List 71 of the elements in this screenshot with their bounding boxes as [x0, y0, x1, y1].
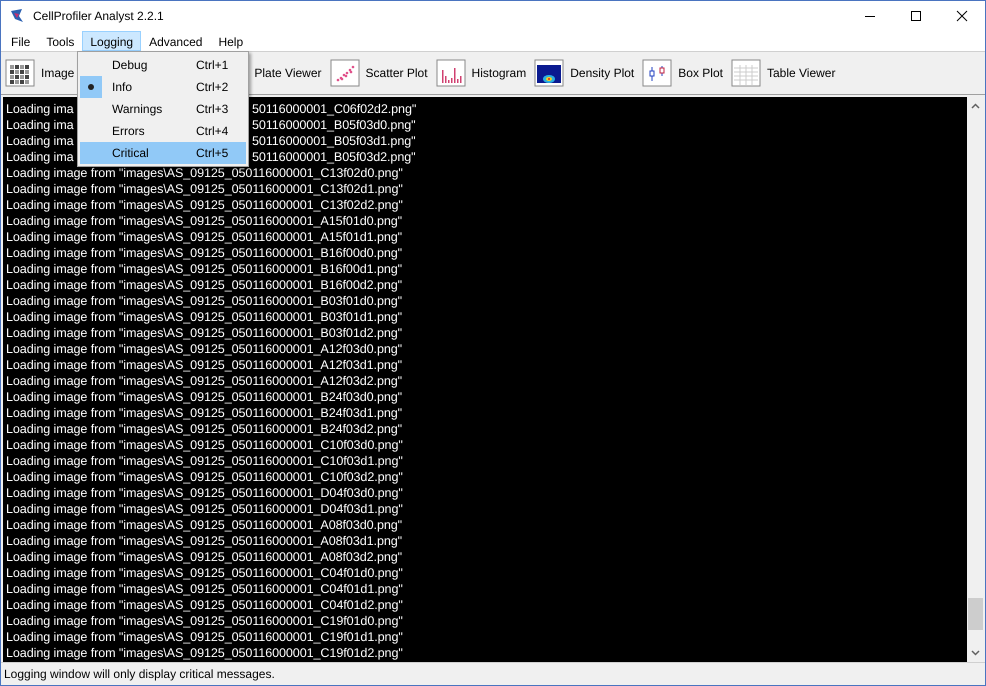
- log-line: Loading image from "images\AS_09125_050116000001_B24f03d2.png": [6, 421, 402, 437]
- log-line: Loading image from "images\AS_09125_050116000001_C13f02d2.png": [6, 197, 403, 213]
- menu-item[interactable]: Help: [210, 31, 252, 51]
- histogram-icon: [436, 58, 466, 88]
- log-line: Loading image from "images\AS_09125_050116000001_A15f01d1.png": [6, 229, 402, 245]
- log-line: 50116000001_B05f03d2.png": [252, 149, 416, 165]
- scroll-down-icon[interactable]: [971, 650, 980, 656]
- box-plot-icon: [642, 58, 672, 88]
- density-plot-icon: [534, 58, 564, 88]
- menu-option[interactable]: Warnings Ctrl+3: [80, 98, 246, 120]
- log-line: 50116000001_B05f03d0.png": [252, 117, 416, 133]
- toolbar-button[interactable]: Histogram: [472, 66, 526, 80]
- log-line: Loading image from "images\AS_09125_050116000001_C10f03d2.png": [6, 469, 403, 485]
- app-logo-icon: [9, 8, 25, 24]
- log-line: Loading image from "images\AS_09125_050116000001_C13f02d1.png": [6, 181, 403, 197]
- log-line: Loading image from "images\AS_09125_050116000001_B03f01d0.png": [6, 293, 402, 309]
- radio-bullet-icon: [88, 84, 94, 90]
- log-line: Loading image from "images\AS_09125_050116000001_C04f01d1.png": [6, 581, 403, 597]
- menu-option[interactable]: Info Ctrl+2: [80, 76, 246, 98]
- log-line: Loading image from "images\AS_09125_050116000001_B16f00d1.png": [6, 261, 402, 277]
- log-line: 50116000001_B05f03d1.png": [252, 133, 416, 149]
- log-line: Loading image from "images\AS_09125_050116000001_A12f03d0.png": [6, 341, 402, 357]
- menu-option[interactable]: Errors Ctrl+4: [80, 120, 246, 142]
- log-line: Loading ima: [6, 133, 75, 149]
- log-line: Loading image from "images\AS_09125_050116000001_D04f03d1.png": [6, 501, 403, 517]
- scroll-thumb[interactable]: [968, 598, 983, 630]
- scroll-up-icon[interactable]: [971, 103, 980, 109]
- toolbar-button[interactable]: Plate Viewer: [254, 66, 322, 80]
- log-line: Loading image from "images\AS_09125_050116000001_C13f02d0.png": [6, 165, 403, 181]
- window-title: CellProfiler Analyst 2.2.1: [33, 9, 165, 23]
- scatter-plot-icon: [330, 58, 360, 88]
- menu-option[interactable]: Debug Ctrl+1: [80, 54, 246, 76]
- table-icon: [730, 58, 761, 88]
- menu-option[interactable]: Critical Ctrl+5: [80, 142, 246, 164]
- status-text: Logging window will only display critical messages.: [4, 667, 275, 681]
- log-line: Loading image from "images\AS_09125_050116000001_C10f03d0.png": [6, 437, 403, 453]
- toolbar-button[interactable]: Table Viewer: [766, 66, 836, 80]
- log-line: Loading ima: [6, 117, 75, 133]
- menu-item[interactable]: Tools: [38, 31, 82, 51]
- log-line: Loading image from "images\AS_09125_050116000001_D04f03d0.png": [6, 485, 403, 501]
- maximize-icon: [911, 11, 921, 21]
- log-line: Loading image from "images\AS_09125_050116000001_B03f01d1.png": [6, 309, 402, 325]
- log-line: Loading ima: [6, 101, 75, 117]
- toolbar-button[interactable]: Scatter Plot: [366, 66, 428, 80]
- log-line: Loading image from "images\AS_09125_050116000001_C10f03d1.png": [6, 453, 403, 469]
- toolbar-button[interactable]: Density Plot: [570, 66, 634, 80]
- log-line: Loading image from "images\AS_09125_050116000001_B24f03d0.png": [6, 389, 402, 405]
- log-line: Loading ima: [6, 149, 75, 165]
- menu-item[interactable]: Logging: [82, 31, 142, 51]
- log-line: Loading image from "images\AS_09125_050116000001_B03f01d2.png": [6, 325, 402, 341]
- log-line: Loading image from "images\AS_09125_050116000001_B24f03d1.png": [6, 405, 402, 421]
- log-line: Loading image from "images\AS_09125_050116000001_C19f01d1.png": [6, 629, 403, 645]
- log-line: Loading image from "images\AS_09125_050116000001_A08f03d1.png": [6, 533, 402, 549]
- log-line: Loading image from "images\AS_09125_050116000001_C04f01d2.png": [6, 597, 403, 613]
- toolbar-button[interactable]: Box Plot: [678, 66, 723, 80]
- log-line: Loading image from "images\AS_09125_050116000001_B16f00d0.png": [6, 245, 402, 261]
- menu-item[interactable]: Advanced: [141, 31, 210, 51]
- log-line: Loading image from "images\AS_09125_050116000001_C04f01d0.png": [6, 565, 403, 581]
- menu-item[interactable]: File: [3, 31, 38, 51]
- log-line: Loading image from "images\AS_09125_050116000001_A12f03d2.png": [6, 373, 402, 389]
- log-line: Loading image from "images\AS_09125_050116000001_B16f00d2.png": [6, 277, 402, 293]
- log-line: Loading image from "images\AS_09125_050116000001_A08f03d0.png": [6, 517, 402, 533]
- grid-icon: [5, 58, 35, 88]
- toolbar-button[interactable]: Image: [41, 66, 74, 80]
- log-line: Loading image from "images\AS_09125_050116000001_A08f03d2.png": [6, 549, 402, 565]
- log-line: Loading image from "images\AS_09125_050116000001_C19f01d0.png": [6, 613, 403, 629]
- log-line: 50116000001_C06f02d2.png": [252, 101, 416, 117]
- log-line: Loading image from "images\AS_09125_050116000001_A12f03d1.png": [6, 357, 402, 373]
- close-icon: [956, 10, 968, 22]
- log-line: Loading image from "images\AS_09125_050116000001_C19f01d2.png": [6, 645, 403, 661]
- log-line: Loading image from "images\AS_09125_050116000001_A15f01d0.png": [6, 213, 402, 229]
